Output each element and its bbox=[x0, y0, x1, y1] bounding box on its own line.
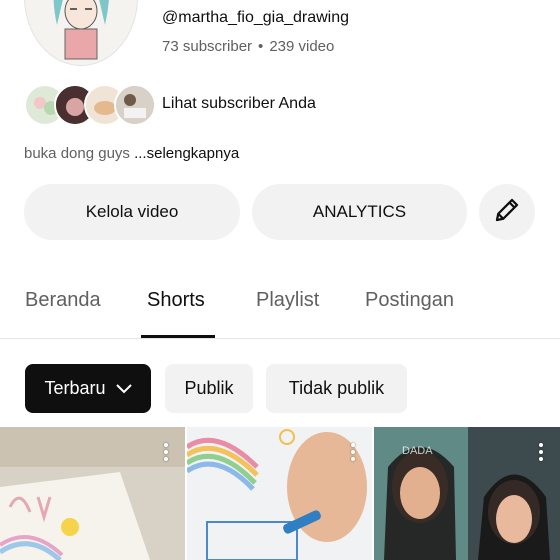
more-options-icon[interactable] bbox=[539, 443, 543, 464]
subscriber-count: 73 subscriber bbox=[162, 38, 253, 55]
filter-tidak-publik[interactable]: Tidak publik bbox=[266, 364, 407, 413]
pencil-icon bbox=[492, 195, 522, 230]
short-thumbnail[interactable] bbox=[0, 427, 185, 560]
tab-playlist[interactable]: Playlist bbox=[256, 289, 319, 312]
filter-terbaru[interactable]: Terbaru bbox=[25, 364, 151, 413]
channel-avatar[interactable] bbox=[24, 0, 138, 66]
short-thumbnail[interactable]: DADA bbox=[374, 427, 560, 560]
channel-description[interactable]: buka dong guys ...selengkapnya bbox=[24, 145, 239, 162]
subscriber-avatar bbox=[114, 84, 156, 126]
channel-handle: @martha_fio_gia_drawing bbox=[162, 9, 350, 26]
channel-stats: 73 subscriber • 239 video bbox=[162, 38, 334, 55]
tab-divider bbox=[0, 338, 560, 339]
tab-beranda[interactable]: Beranda bbox=[25, 289, 101, 312]
chevron-down-icon bbox=[115, 383, 132, 394]
separator: • bbox=[258, 38, 264, 55]
filter-publik[interactable]: Publik bbox=[165, 364, 253, 413]
active-tab-indicator bbox=[141, 335, 215, 338]
read-more-link[interactable]: ...selengkapnya bbox=[134, 145, 239, 162]
more-options-icon[interactable] bbox=[351, 443, 355, 464]
edit-channel-button[interactable] bbox=[479, 184, 535, 240]
video-count: 239 video bbox=[269, 38, 335, 55]
tab-postingan[interactable]: Postingan bbox=[365, 289, 454, 312]
short-thumbnail[interactable] bbox=[187, 427, 372, 560]
more-options-icon[interactable] bbox=[164, 443, 168, 464]
description-text: buka dong guys bbox=[24, 145, 135, 162]
short-overlay-text: DADA bbox=[402, 445, 433, 457]
analytics-button[interactable]: ANALYTICS bbox=[252, 184, 467, 240]
manage-videos-button[interactable]: Kelola video bbox=[24, 184, 240, 240]
tab-shorts[interactable]: Shorts bbox=[147, 289, 205, 312]
filter-label: Terbaru bbox=[44, 378, 106, 398]
view-subscribers-link[interactable]: Lihat subscriber Anda bbox=[162, 95, 316, 113]
